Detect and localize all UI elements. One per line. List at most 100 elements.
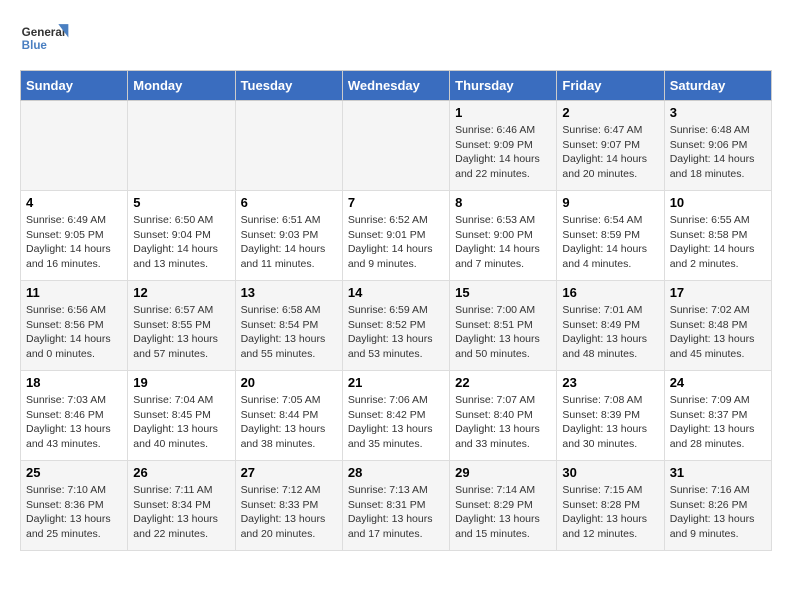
day-cell: [342, 101, 449, 191]
svg-text:Blue: Blue: [22, 39, 48, 52]
day-header-friday: Friday: [557, 71, 664, 101]
day-number: 26: [133, 465, 229, 480]
day-cell: 11 Sunrise: 6:56 AMSunset: 8:56 PMDayligh…: [21, 281, 128, 371]
day-cell: 2 Sunrise: 6:47 AMSunset: 9:07 PMDaylight…: [557, 101, 664, 191]
day-number: 16: [562, 285, 658, 300]
day-cell: 28Sunrise: 7:13 AMSunset: 8:31 PMDayligh…: [342, 461, 449, 551]
week-row-4: 18 Sunrise: 7:03 AMSunset: 8:46 PMDayligh…: [21, 371, 772, 461]
day-number: 19: [133, 375, 229, 390]
day-cell: 20 Sunrise: 7:05 AMSunset: 8:44 PMDayligh…: [235, 371, 342, 461]
day-header-monday: Monday: [128, 71, 235, 101]
day-info: Sunrise: 6:53 AMSunset: 9:00 PMDaylight:…: [455, 213, 551, 272]
day-cell: 8 Sunrise: 6:53 AMSunset: 9:00 PMDaylight…: [450, 191, 557, 281]
day-info: Sunrise: 6:52 AMSunset: 9:01 PMDaylight:…: [348, 213, 444, 272]
day-info: Sunrise: 6:47 AMSunset: 9:07 PMDaylight:…: [562, 123, 658, 182]
day-cell: 18 Sunrise: 7:03 AMSunset: 8:46 PMDayligh…: [21, 371, 128, 461]
day-cell: 16 Sunrise: 7:01 AMSunset: 8:49 PMDayligh…: [557, 281, 664, 371]
day-info: Sunrise: 6:50 AMSunset: 9:04 PMDaylight:…: [133, 213, 229, 272]
day-number: 30: [562, 465, 658, 480]
week-row-5: 25Sunrise: 7:10 AMSunset: 8:36 PMDayligh…: [21, 461, 772, 551]
day-header-saturday: Saturday: [664, 71, 771, 101]
day-cell: 13 Sunrise: 6:58 AMSunset: 8:54 PMDayligh…: [235, 281, 342, 371]
day-cell: 7 Sunrise: 6:52 AMSunset: 9:01 PMDaylight…: [342, 191, 449, 281]
day-number: 4: [26, 195, 122, 210]
day-info: Sunrise: 6:59 AMSunset: 8:52 PMDaylight:…: [348, 303, 444, 362]
day-cell: [21, 101, 128, 191]
logo-svg: General Blue: [20, 20, 70, 60]
day-number: 22: [455, 375, 551, 390]
day-number: 6: [241, 195, 337, 210]
day-info: Sunrise: 7:11 AMSunset: 8:34 PMDaylight:…: [133, 483, 229, 542]
day-number: 8: [455, 195, 551, 210]
day-info: Sunrise: 7:01 AMSunset: 8:49 PMDaylight:…: [562, 303, 658, 362]
day-info: Sunrise: 6:46 AMSunset: 9:09 PMDaylight:…: [455, 123, 551, 182]
day-info: Sunrise: 7:06 AMSunset: 8:42 PMDaylight:…: [348, 393, 444, 452]
day-number: 12: [133, 285, 229, 300]
day-info: Sunrise: 6:48 AMSunset: 9:06 PMDaylight:…: [670, 123, 766, 182]
day-cell: 3 Sunrise: 6:48 AMSunset: 9:06 PMDaylight…: [664, 101, 771, 191]
day-info: Sunrise: 6:56 AMSunset: 8:56 PMDaylight:…: [26, 303, 122, 362]
day-number: 3: [670, 105, 766, 120]
day-number: 27: [241, 465, 337, 480]
logo: General Blue: [20, 20, 70, 60]
day-cell: 19 Sunrise: 7:04 AMSunset: 8:45 PMDayligh…: [128, 371, 235, 461]
day-cell: 5Sunrise: 6:50 AMSunset: 9:04 PMDaylight…: [128, 191, 235, 281]
day-number: 15: [455, 285, 551, 300]
day-info: Sunrise: 7:13 AMSunset: 8:31 PMDaylight:…: [348, 483, 444, 542]
day-number: 25: [26, 465, 122, 480]
day-cell: [235, 101, 342, 191]
day-cell: 22 Sunrise: 7:07 AMSunset: 8:40 PMDayligh…: [450, 371, 557, 461]
day-number: 14: [348, 285, 444, 300]
day-number: 18: [26, 375, 122, 390]
header-row: SundayMondayTuesdayWednesdayThursdayFrid…: [21, 71, 772, 101]
day-info: Sunrise: 6:51 AMSunset: 9:03 PMDaylight:…: [241, 213, 337, 272]
day-cell: 10 Sunrise: 6:55 AMSunset: 8:58 PMDayligh…: [664, 191, 771, 281]
day-cell: [128, 101, 235, 191]
day-number: 10: [670, 195, 766, 210]
day-info: Sunrise: 7:08 AMSunset: 8:39 PMDaylight:…: [562, 393, 658, 452]
day-info: Sunrise: 7:14 AMSunset: 8:29 PMDaylight:…: [455, 483, 551, 542]
day-number: 31: [670, 465, 766, 480]
day-info: Sunrise: 7:04 AMSunset: 8:45 PMDaylight:…: [133, 393, 229, 452]
calendar-table: SundayMondayTuesdayWednesdayThursdayFrid…: [20, 70, 772, 551]
day-info: Sunrise: 7:05 AMSunset: 8:44 PMDaylight:…: [241, 393, 337, 452]
day-info: Sunrise: 6:55 AMSunset: 8:58 PMDaylight:…: [670, 213, 766, 272]
day-info: Sunrise: 7:16 AMSunset: 8:26 PMDaylight:…: [670, 483, 766, 542]
day-number: 13: [241, 285, 337, 300]
day-info: Sunrise: 7:15 AMSunset: 8:28 PMDaylight:…: [562, 483, 658, 542]
day-cell: 9Sunrise: 6:54 AMSunset: 8:59 PMDaylight…: [557, 191, 664, 281]
svg-text:General: General: [22, 26, 65, 39]
day-number: 1: [455, 105, 551, 120]
day-info: Sunrise: 7:02 AMSunset: 8:48 PMDaylight:…: [670, 303, 766, 362]
day-number: 17: [670, 285, 766, 300]
day-cell: 25Sunrise: 7:10 AMSunset: 8:36 PMDayligh…: [21, 461, 128, 551]
day-cell: 31 Sunrise: 7:16 AMSunset: 8:26 PMDayligh…: [664, 461, 771, 551]
week-row-1: 1 Sunrise: 6:46 AMSunset: 9:09 PMDaylight…: [21, 101, 772, 191]
day-number: 21: [348, 375, 444, 390]
week-row-3: 11 Sunrise: 6:56 AMSunset: 8:56 PMDayligh…: [21, 281, 772, 371]
day-cell: 21 Sunrise: 7:06 AMSunset: 8:42 PMDayligh…: [342, 371, 449, 461]
day-cell: 23 Sunrise: 7:08 AMSunset: 8:39 PMDayligh…: [557, 371, 664, 461]
day-info: Sunrise: 7:03 AMSunset: 8:46 PMDaylight:…: [26, 393, 122, 452]
day-header-wednesday: Wednesday: [342, 71, 449, 101]
day-info: Sunrise: 6:58 AMSunset: 8:54 PMDaylight:…: [241, 303, 337, 362]
day-cell: 27Sunrise: 7:12 AMSunset: 8:33 PMDayligh…: [235, 461, 342, 551]
day-number: 20: [241, 375, 337, 390]
day-info: Sunrise: 7:09 AMSunset: 8:37 PMDaylight:…: [670, 393, 766, 452]
week-row-2: 4 Sunrise: 6:49 AMSunset: 9:05 PMDaylight…: [21, 191, 772, 281]
day-number: 23: [562, 375, 658, 390]
day-cell: 24Sunrise: 7:09 AMSunset: 8:37 PMDayligh…: [664, 371, 771, 461]
day-number: 2: [562, 105, 658, 120]
day-info: Sunrise: 6:49 AMSunset: 9:05 PMDaylight:…: [26, 213, 122, 272]
day-number: 11: [26, 285, 122, 300]
day-cell: 17 Sunrise: 7:02 AMSunset: 8:48 PMDayligh…: [664, 281, 771, 371]
day-cell: 14 Sunrise: 6:59 AMSunset: 8:52 PMDayligh…: [342, 281, 449, 371]
day-info: Sunrise: 7:07 AMSunset: 8:40 PMDaylight:…: [455, 393, 551, 452]
day-cell: 4 Sunrise: 6:49 AMSunset: 9:05 PMDaylight…: [21, 191, 128, 281]
day-number: 7: [348, 195, 444, 210]
header: General Blue: [20, 20, 772, 60]
day-cell: 12 Sunrise: 6:57 AMSunset: 8:55 PMDayligh…: [128, 281, 235, 371]
day-header-thursday: Thursday: [450, 71, 557, 101]
day-info: Sunrise: 6:54 AMSunset: 8:59 PMDaylight:…: [562, 213, 658, 272]
day-info: Sunrise: 6:57 AMSunset: 8:55 PMDaylight:…: [133, 303, 229, 362]
